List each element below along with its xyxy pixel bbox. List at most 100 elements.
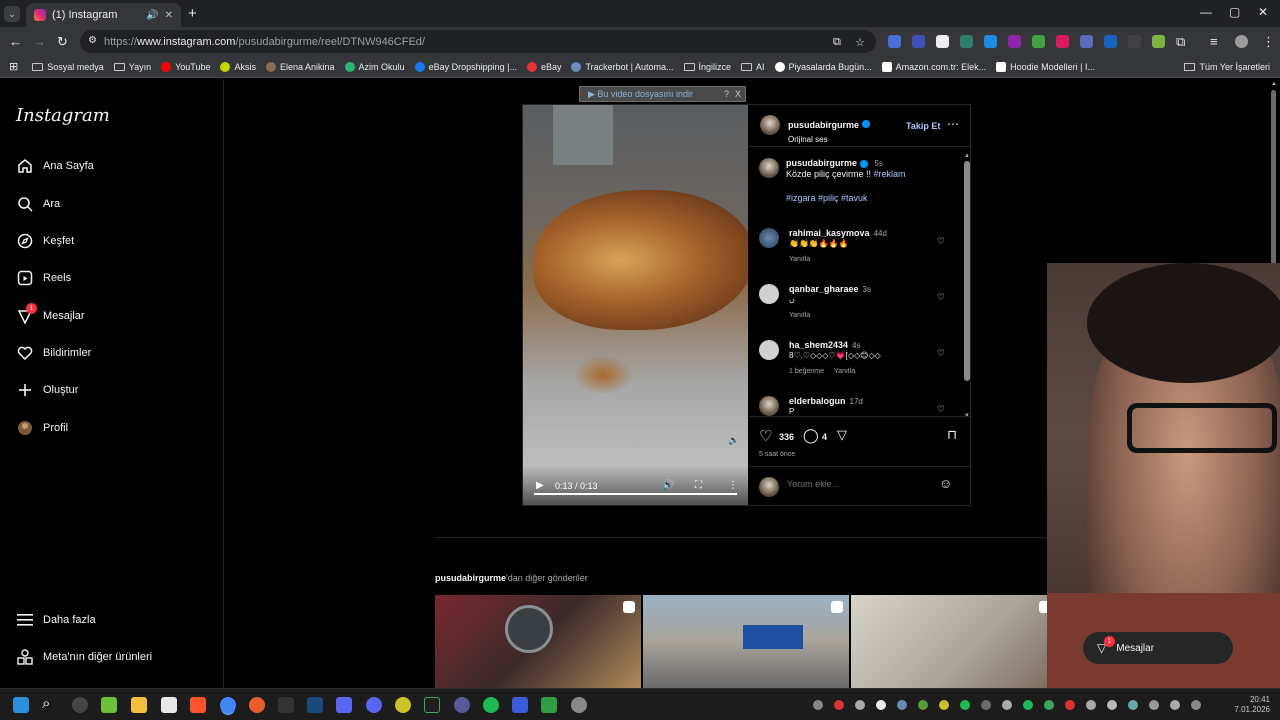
window-close-button[interactable]: ✕ [1258,5,1268,19]
comment-input[interactable] [787,479,927,489]
comment-likes[interactable]: 1 beğenme [789,368,824,375]
video-more-icon[interactable]: ⋮ [728,480,738,491]
fullscreen-icon[interactable]: ⛶ [695,480,702,491]
maximize-button[interactable]: ▢ [1229,5,1240,19]
system-tray-icon[interactable] [1107,700,1117,710]
taskbar-app-7-icon[interactable] [512,697,528,713]
taskbar-app-1-icon[interactable] [72,697,88,713]
commenter-username[interactable]: rahimai_kasymova [789,228,870,238]
tab-close-icon[interactable]: ✕ [165,10,173,21]
system-tray-icon[interactable] [939,700,949,710]
author-avatar[interactable] [760,115,780,135]
extension-4-icon[interactable] [960,35,973,48]
system-tray-icon[interactable] [1023,700,1033,710]
bookmark-item[interactable]: Sosyal medya [32,62,104,72]
profile-avatar[interactable] [1235,35,1248,48]
extension-9-icon[interactable] [1080,35,1093,48]
minimize-button[interactable]: — [1200,5,1212,19]
bookmark-item[interactable]: Azim Okulu [344,61,405,72]
epic-games-icon[interactable] [278,697,294,713]
apps-grid-icon[interactable]: ⊞ [9,60,18,73]
bookmark-item[interactable]: Aksis [220,61,256,72]
sidebar-item-ana-sayfa[interactable]: Ana Sayfa [16,157,94,175]
more-post-thumbnail-2[interactable] [643,595,849,688]
download-help-button[interactable]: ? [724,89,729,99]
scrollbar-thumb[interactable] [964,161,970,381]
system-tray-icon[interactable] [918,700,928,710]
sidebar-item-reels[interactable]: Reels [16,269,71,287]
extension-12-icon[interactable] [1152,35,1165,48]
commenter-username[interactable]: elderbalogun [789,396,846,406]
file-explorer-icon[interactable] [131,697,147,713]
taskbar-app-2-icon[interactable] [249,697,265,713]
like-heart-icon[interactable]: ♡ [759,427,772,445]
comment-like-icon[interactable]: ♡ [937,236,945,247]
system-tray-icon[interactable] [855,700,865,710]
system-tray-icon[interactable] [1128,700,1138,710]
instagram-logo[interactable]: Instagram [16,105,110,126]
kebab-menu-icon[interactable]: ⋮ [1262,34,1275,50]
sidebar-item-profil[interactable]: Profil [16,419,68,437]
bookmark-item[interactable]: Piyasalarda Bugün... [774,61,872,72]
speaker-icon[interactable]: 🔊 [146,10,158,21]
floating-messages-button[interactable]: ▽ 1 Mesajlar [1083,632,1233,664]
author-username[interactable]: pusudabirgurme [788,120,859,130]
comment-like-icon[interactable]: ♡ [937,404,945,415]
commenter-avatar[interactable] [759,284,779,304]
taskbar-app-5-icon[interactable] [424,697,440,713]
microsoft-store-icon[interactable] [161,697,177,713]
page-scroll-up-icon[interactable]: ▲ [1271,81,1278,87]
commenter-username[interactable]: qanbar_gharaee [789,284,859,294]
download-close-button[interactable]: X [735,89,741,99]
taskbar-app-3-icon[interactable] [336,697,352,713]
extension-2-icon[interactable] [912,35,925,48]
taskbar-search-icon[interactable]: ⌕ [42,695,50,712]
sidebar-item-keşfet[interactable]: Keşfet [16,232,74,250]
save-bookmark-icon[interactable]: ⊓ [947,427,957,443]
system-tray-icon[interactable] [1002,700,1012,710]
more-menu-button[interactable]: Daha fazla [16,611,96,629]
audio-label[interactable]: Orijinal ses [788,135,870,144]
sidebar-item-bildirimler[interactable]: Bildirimler [16,344,91,362]
extension-11-icon[interactable] [1128,35,1141,48]
tab-search-button[interactable]: ⌄ [4,6,20,22]
sidebar-item-oluştur[interactable]: Oluştur [16,381,78,399]
commenter-avatar[interactable] [759,340,779,360]
system-tray-icon[interactable] [1044,700,1054,710]
follow-button[interactable]: Takip Et [906,121,940,131]
volume-icon[interactable]: 🔊 [662,480,674,491]
address-bar[interactable]: ⚙ https://www.instagram.com/pusudabirgur… [80,30,876,53]
taskbar-app-8-icon[interactable] [541,697,557,713]
back-arrow-icon[interactable]: ← [9,34,22,49]
reel-video[interactable]: 🔈 ▶ 0:13 / 0:13 🔊 ⛶ ⋮ [523,105,748,505]
extension-8-icon[interactable] [1056,35,1069,48]
discord-icon[interactable] [366,697,382,713]
system-tray-icon[interactable] [1170,700,1180,710]
bookmark-star-icon[interactable]: ☆ [855,36,865,49]
browser-tab-instagram[interactable]: (1) Instagram 🔊 ✕ [26,3,181,27]
extension-3-icon[interactable] [936,35,949,48]
reply-button[interactable]: Yanıtla [834,368,855,375]
spotify-icon[interactable] [483,697,499,713]
taskbar-app-4-icon[interactable] [395,697,411,713]
sidebar-item-mesajlar[interactable]: 1 Mesajlar [16,303,85,325]
system-tray-icon[interactable] [1065,700,1075,710]
commenter-avatar[interactable] [759,396,779,416]
bookmark-item[interactable]: eBay Dropshipping |... [414,61,517,72]
extension-7-icon[interactable] [1032,35,1045,48]
hashtag-reklam[interactable]: #reklam [874,169,906,179]
reply-button[interactable]: Yanıtla [789,312,810,319]
system-clock[interactable]: 20:41 7.01.2026 [1234,695,1270,715]
more-posts-username[interactable]: pusudabirgurme [435,573,506,583]
comment-like-icon[interactable]: ♡ [937,292,945,303]
play-icon[interactable]: ▶ [536,480,544,491]
new-tab-button[interactable]: + [188,5,197,22]
site-info-icon[interactable]: ⚙ [88,35,97,46]
bookmark-item[interactable]: eBay [526,61,561,72]
bookmark-item[interactable]: Yayın [113,62,151,72]
bookmark-item[interactable]: Trackerbot | Automa... [571,61,674,72]
mute-indicator-icon[interactable]: 🔈 [728,435,739,446]
system-tray-icon[interactable] [876,700,886,710]
caption-avatar[interactable] [759,158,779,178]
system-tray-icon[interactable] [834,700,844,710]
